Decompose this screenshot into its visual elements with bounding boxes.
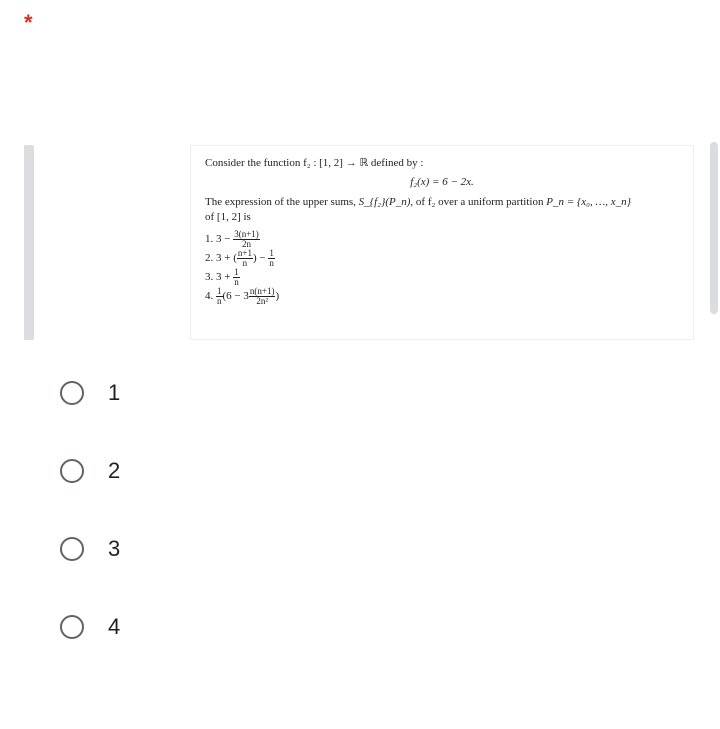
answer-item-3: 3. 3 + 1n (205, 268, 679, 287)
options-group: 1 2 3 4 (60, 380, 120, 692)
answer-item-4: 4. 1n(6 − 3n(n+1)2n²) (205, 287, 679, 306)
radio-icon (60, 537, 84, 561)
option-label: 1 (108, 380, 120, 406)
option-4[interactable]: 4 (60, 614, 120, 640)
problem-line-3: The expression of the upper sums, S_{f₂}… (205, 195, 679, 210)
option-label: 3 (108, 536, 120, 562)
required-star: * (24, 10, 33, 36)
problem-equation: f₂(x) = 6 − 2x. (205, 175, 679, 190)
question-image: Consider the function f₂ : [1, 2] → ℝ de… (190, 145, 694, 340)
option-2[interactable]: 2 (60, 458, 120, 484)
image-drag-bar (24, 145, 34, 340)
problem-line-4: of [1, 2] is (205, 210, 679, 225)
option-label: 4 (108, 614, 120, 640)
problem-line-1: Consider the function f₂ : [1, 2] → ℝ de… (205, 156, 679, 171)
answer-item-2: 2. 3 + (n+1n) − 1n (205, 249, 679, 268)
option-3[interactable]: 3 (60, 536, 120, 562)
option-1[interactable]: 1 (60, 380, 120, 406)
radio-icon (60, 459, 84, 483)
page-scrollbar[interactable] (710, 142, 718, 314)
radio-icon (60, 615, 84, 639)
radio-icon (60, 381, 84, 405)
option-label: 2 (108, 458, 120, 484)
answer-item-1: 1. 3 − 3(n+1)2n (205, 230, 679, 249)
